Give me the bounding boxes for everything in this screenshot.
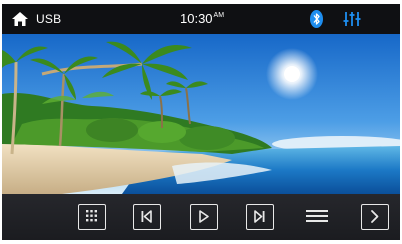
previous-track-icon: [141, 210, 152, 223]
clock-ampm: AM: [213, 12, 225, 19]
status-bar: USB 10:30AM: [2, 4, 400, 34]
next-track-button[interactable]: [246, 204, 274, 230]
grid-menu-icon: [86, 210, 97, 222]
equalizer-icon[interactable]: [343, 10, 361, 28]
grid-menu-button[interactable]: [78, 204, 106, 230]
play-icon: [199, 210, 209, 223]
forward-chevron-icon: [371, 210, 379, 223]
screen: USB 10:30AM: [2, 4, 400, 240]
forward-button[interactable]: [361, 204, 389, 230]
list-icon[interactable]: [306, 206, 328, 228]
clock-time: 10:30: [180, 11, 213, 26]
next-track-icon: [254, 210, 265, 223]
tropical-beach-photo: [2, 34, 400, 194]
home-icon[interactable]: [12, 12, 28, 26]
head-unit: USB 10:30AM: [0, 0, 402, 244]
bluetooth-icon[interactable]: [310, 10, 323, 28]
source-label[interactable]: USB: [36, 12, 61, 26]
control-bar: [2, 194, 400, 240]
play-button[interactable]: [190, 204, 218, 230]
previous-track-button[interactable]: [133, 204, 161, 230]
clock: 10:30AM: [180, 11, 224, 26]
